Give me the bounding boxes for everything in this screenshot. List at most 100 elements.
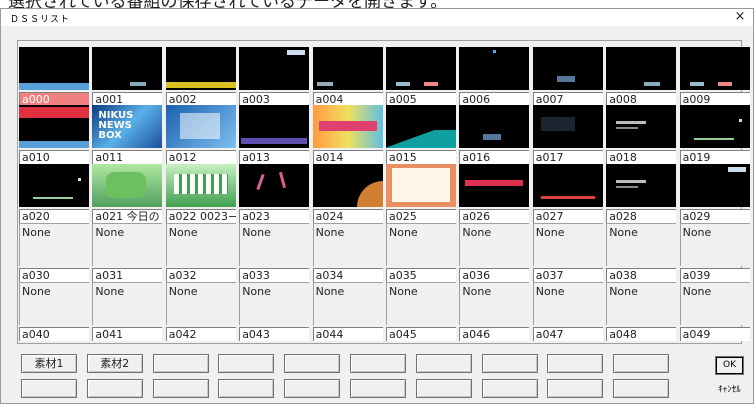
material-button-5[interactable] (284, 354, 341, 373)
material-button-17[interactable] (415, 379, 472, 398)
grid-cell-a027[interactable]: a027 (532, 164, 604, 224)
caption-a042[interactable]: a042 (165, 327, 236, 341)
material-button-6[interactable] (350, 354, 406, 373)
thumbnail-a037[interactable]: None (532, 223, 603, 266)
grid-cell-a039[interactable]: None a039 (679, 223, 751, 283)
grid-cell-a008[interactable]: a008 (606, 47, 677, 107)
thumbnail-a025[interactable] (386, 164, 456, 207)
thumbnail-a049[interactable]: None (679, 282, 750, 325)
grid-cell-a043[interactable]: None a043 (239, 282, 310, 342)
grid-cell-a003[interactable]: a003 (239, 47, 310, 107)
grid-cell-a023[interactable]: a023 (239, 164, 310, 224)
caption-a036[interactable]: a036 (459, 268, 530, 282)
caption-a046[interactable]: a046 (459, 327, 530, 341)
caption-a038[interactable]: a038 (606, 268, 677, 282)
grid-cell-a048[interactable]: None a048 (606, 282, 677, 342)
caption-a005[interactable]: a005 (386, 92, 456, 106)
grid-cell-a018[interactable]: a018 (606, 105, 677, 165)
material-button-3[interactable] (152, 354, 209, 373)
thumbnail-a004[interactable] (312, 47, 383, 90)
thumbnail-a039[interactable]: None (679, 223, 750, 266)
grid-cell-a020[interactable]: a020 (19, 164, 90, 224)
grid-cell-a013[interactable]: a013 (239, 105, 310, 165)
caption-a007[interactable]: a007 (532, 92, 603, 106)
thumbnail-a021[interactable] (92, 164, 163, 207)
material-button-12[interactable] (86, 379, 143, 398)
grid-cell-a017[interactable]: a017 (532, 105, 604, 165)
grid-cell-a029[interactable]: a029 (679, 164, 751, 224)
thumbnail-a022[interactable] (165, 164, 236, 207)
thumbnail-a030[interactable]: None (19, 223, 89, 266)
grid-cell-a014[interactable]: a014 (312, 105, 384, 165)
grid-cell-a044[interactable]: None a044 (312, 282, 384, 342)
caption-a020[interactable]: a020 (19, 209, 89, 223)
thumbnail-a016[interactable] (459, 105, 530, 148)
caption-a004[interactable]: a004 (312, 92, 383, 106)
ok-button[interactable]: OK (715, 356, 744, 375)
thumbnail-a013[interactable] (239, 105, 310, 148)
material-button-8[interactable] (481, 354, 538, 373)
grid-cell-a019[interactable]: a019 (679, 105, 751, 165)
caption-a021[interactable]: a021 今日の (92, 209, 163, 223)
material-button-18[interactable] (481, 379, 538, 398)
grid-cell-a049[interactable]: None a049 (679, 282, 751, 342)
thumbnail-a048[interactable]: None (606, 282, 677, 325)
thumbnail-a002[interactable] (165, 47, 236, 90)
caption-a001[interactable]: a001 (92, 92, 163, 106)
thumbnail-a001[interactable] (92, 47, 163, 90)
caption-a018[interactable]: a018 (606, 150, 677, 164)
caption-a017[interactable]: a017 (532, 150, 603, 164)
thumbnail-a041[interactable]: None (92, 282, 163, 325)
thumbnail-a036[interactable]: None (459, 223, 530, 266)
thumbnail-a015[interactable] (386, 105, 456, 148)
material-button-10[interactable] (613, 354, 670, 373)
caption-a002[interactable]: a002 (165, 92, 236, 106)
caption-a039[interactable]: a039 (679, 268, 750, 282)
thumbnail-a042[interactable]: None (165, 282, 236, 325)
caption-a006[interactable]: a006 (459, 92, 530, 106)
caption-a030[interactable]: a030 (19, 268, 89, 282)
material-button-2[interactable]: 素材2 (86, 354, 143, 373)
caption-a031[interactable]: a031 (92, 268, 163, 282)
thumbnail-a033[interactable]: None (239, 223, 310, 266)
material-button-7[interactable] (415, 354, 472, 373)
close-button[interactable]: × (733, 10, 747, 24)
material-button-15[interactable] (284, 379, 341, 398)
grid-cell-a033[interactable]: None a033 (239, 223, 310, 283)
caption-a043[interactable]: a043 (239, 327, 310, 341)
thumbnail-a009[interactable] (679, 47, 750, 90)
grid-cell-a004[interactable]: a004 (312, 47, 384, 107)
caption-a048[interactable]: a048 (606, 327, 677, 341)
thumbnail-a023[interactable] (239, 164, 310, 207)
thumbnail-a006[interactable] (459, 47, 530, 90)
material-button-16[interactable] (350, 379, 406, 398)
thumbnail-a045[interactable]: None (386, 282, 456, 325)
grid-cell-a038[interactable]: None a038 (606, 223, 677, 283)
caption-a044[interactable]: a044 (312, 327, 383, 341)
thumbnail-a018[interactable] (606, 105, 677, 148)
grid-cell-a046[interactable]: None a046 (459, 282, 530, 342)
caption-a045[interactable]: a045 (386, 327, 456, 341)
thumbnail-a029[interactable] (679, 164, 750, 207)
caption-a041[interactable]: a041 (92, 327, 163, 341)
grid-cell-a028[interactable]: a028 (606, 164, 677, 224)
caption-a032[interactable]: a032 (165, 268, 236, 282)
caption-a022[interactable]: a022 0023− (165, 209, 236, 223)
grid-cell-a021[interactable]: a021 今日の (92, 164, 163, 224)
grid-cell-a000[interactable]: a000 (19, 47, 90, 107)
grid-cell-a041[interactable]: None a041 (92, 282, 163, 342)
grid-cell-a010[interactable]: a010 (19, 105, 90, 165)
grid-cell-a012[interactable]: a012 (165, 105, 237, 165)
thumbnail-a031[interactable]: None (92, 223, 163, 266)
material-button-19[interactable] (547, 379, 604, 398)
thumbnail-a047[interactable]: None (532, 282, 603, 325)
material-button-4[interactable] (218, 354, 275, 373)
grid-cell-a034[interactable]: None a034 (312, 223, 384, 283)
thumbnail-a035[interactable]: None (386, 223, 456, 266)
material-button-13[interactable] (152, 379, 209, 398)
grid-cell-a031[interactable]: None a031 (92, 223, 163, 283)
thumbnail-a026[interactable] (459, 164, 530, 207)
thumbnail-a027[interactable] (532, 164, 603, 207)
caption-a015[interactable]: a015 (386, 150, 456, 164)
caption-a028[interactable]: a028 (606, 209, 677, 223)
